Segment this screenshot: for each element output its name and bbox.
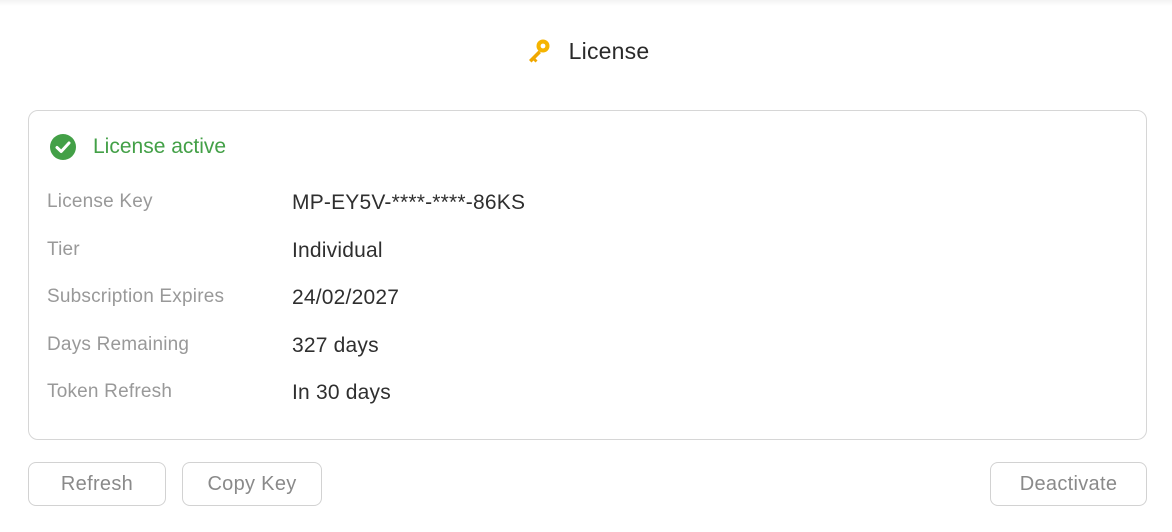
tier-value: Individual — [292, 238, 383, 262]
days-remaining-value: 327 days — [292, 333, 379, 357]
license-status: License active — [49, 133, 226, 161]
page-title: License — [568, 37, 650, 64]
window-top-edge — [0, 0, 1172, 6]
license-key-value: MP-EY5V-****-****-86KS — [292, 191, 526, 214]
detail-label: License Key — [47, 191, 153, 212]
detail-row-tier: Tier Individual — [47, 239, 1127, 287]
subscription-expires-value: 24/02/2027 — [292, 286, 400, 309]
copy-key-button[interactable]: Copy Key — [182, 462, 322, 506]
detail-label: Token Refresh — [47, 381, 173, 402]
detail-row-subscription-expires: Subscription Expires 24/02/2027 — [47, 286, 1127, 334]
refresh-button[interactable]: Refresh — [28, 462, 166, 506]
detail-row-license-key: License Key MP-EY5V-****-****-86KS — [47, 191, 1127, 239]
page-header: License — [0, 34, 1172, 68]
detail-label: Tier — [47, 238, 80, 260]
detail-row-token-refresh: Token Refresh In 30 days — [47, 381, 1127, 429]
license-details: License Key MP-EY5V-****-****-86KS Tier … — [47, 191, 1127, 429]
check-circle-icon — [49, 133, 77, 161]
detail-label: Days Remaining — [47, 333, 190, 355]
detail-label: Subscription Expires — [47, 286, 225, 307]
key-icon — [523, 36, 553, 66]
license-status-text: License active — [93, 135, 227, 158]
detail-row-days-remaining: Days Remaining 327 days — [47, 334, 1127, 382]
license-card: License active License Key MP-EY5V-****-… — [28, 110, 1147, 440]
token-refresh-value: In 30 days — [292, 381, 391, 404]
deactivate-button[interactable]: Deactivate — [990, 462, 1147, 506]
